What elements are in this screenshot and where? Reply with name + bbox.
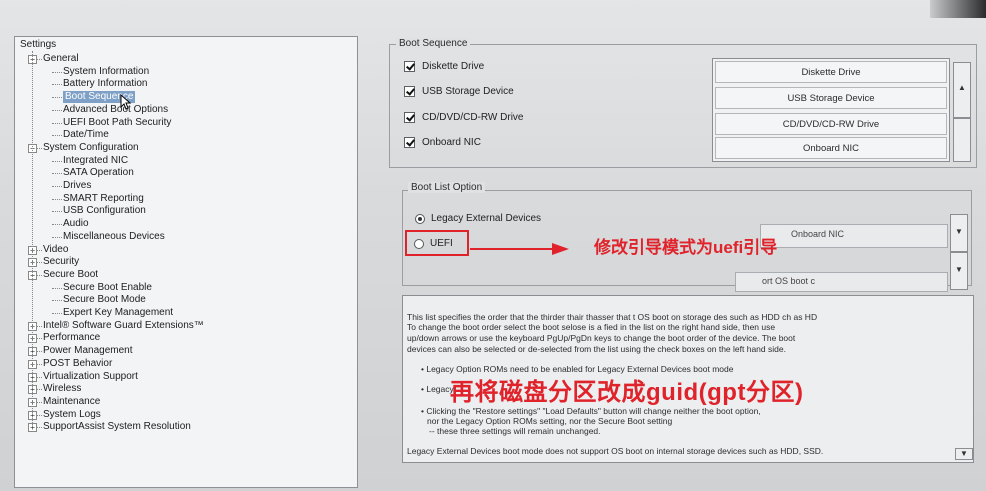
blurred-field-1[interactable]: Onboard NIC <box>760 224 948 248</box>
tree-item-smart-reporting[interactable]: SMART Reporting <box>63 193 144 205</box>
tree-item-system-configuration[interactable]: System Configuration <box>43 142 139 154</box>
tree-connector <box>52 300 62 302</box>
tree-connector <box>52 287 62 289</box>
tree-item-miscellaneous-devices[interactable]: Miscellaneous Devices <box>63 231 165 243</box>
checkbox-icon[interactable] <box>404 112 415 123</box>
checkbox-icon[interactable] <box>404 61 415 72</box>
checkbox-icon[interactable] <box>404 137 415 148</box>
help-line: • Legacy <box>421 384 454 394</box>
annotation-uefi-note: 修改引导模式为uefi引导 <box>594 238 778 257</box>
annotation-gpt-note: 再将磁盘分区改成guid(gpt分区) <box>450 379 804 406</box>
check-usb[interactable]: USB Storage Device <box>404 86 514 97</box>
tree-item-secure-boot-mode[interactable]: Secure Boot Mode <box>63 294 146 306</box>
tree-item-usb-configuration[interactable]: USB Configuration <box>63 205 146 217</box>
tree-connector <box>52 122 62 124</box>
tree-item-system-information[interactable]: System Information <box>63 66 149 78</box>
tree-connector <box>52 313 62 314</box>
screen-edge-shadow <box>930 0 986 18</box>
tree-connector <box>52 198 62 200</box>
move-up-button[interactable]: ▲ <box>953 62 971 118</box>
help-line: devices can also be selected or de-selec… <box>407 344 786 354</box>
tree-item-secure-boot-enable[interactable]: Secure Boot Enable <box>63 282 152 294</box>
tree-connector <box>52 71 62 73</box>
tree-item-intel-software-guard-extensions[interactable]: Intel® Software Guard Extensions™ <box>43 320 204 332</box>
tree-item-performance[interactable]: Performance <box>43 332 100 344</box>
help-line: Legacy External Devices boot mode does n… <box>407 446 824 456</box>
tree-item-expert-key-management[interactable]: Expert Key Management <box>63 307 173 319</box>
tree-connector <box>52 186 62 187</box>
tree-root[interactable]: Settings <box>20 39 56 51</box>
tree-item-secure-boot[interactable]: Secure Boot <box>43 269 98 281</box>
order-item-nic[interactable]: Onboard NIC <box>715 137 947 159</box>
tree-connector <box>52 173 62 175</box>
dropdown-button-2[interactable]: ▼ <box>950 252 968 290</box>
check-nic[interactable]: Onboard NIC <box>404 137 481 148</box>
triangle-up-icon: ▲ <box>958 83 966 92</box>
bios-screen: Settings General − System Information Batte… <box>0 0 986 491</box>
mouse-cursor-icon <box>120 94 132 110</box>
tree-connector <box>52 97 62 99</box>
move-down-button[interactable] <box>953 118 971 162</box>
help-line: up/down arrows or use the keyboard PgUp/… <box>407 333 796 343</box>
triangle-down-icon: ▼ <box>955 227 963 236</box>
tree-item-supportassist-system-resolution[interactable]: SupportAssist System Resolution <box>43 421 191 433</box>
tree-item-advanced-boot-options[interactable]: Advanced Boot Options <box>63 104 168 116</box>
uefi-highlight-box <box>405 230 469 256</box>
tree-connector <box>52 236 62 238</box>
tree-connector <box>52 84 62 86</box>
tree-connector <box>52 160 62 162</box>
tree-item-security[interactable]: Security <box>43 256 79 268</box>
check-label: Diskette Drive <box>422 61 485 72</box>
check-diskette[interactable]: Diskette Drive <box>404 61 484 72</box>
check-label: Onboard NIC <box>422 137 481 148</box>
settings-tree: Settings General − System Information Batte… <box>14 36 358 488</box>
blurred-field-2[interactable]: ort OS boot c <box>735 272 948 292</box>
tree-connector <box>52 224 62 226</box>
tree-connector <box>52 109 62 111</box>
boot-list-option-title: Boot List Option <box>408 182 486 193</box>
tree-item-drives[interactable]: Drives <box>63 180 91 192</box>
help-scroll-down[interactable]: ▼ <box>955 448 973 460</box>
tree-item-general[interactable]: General <box>43 53 79 65</box>
tree-item-date-time[interactable]: Date/Time <box>63 129 109 141</box>
tree-connector <box>52 135 62 137</box>
radio-icon[interactable] <box>415 213 425 224</box>
dropdown-button-1[interactable]: ▼ <box>950 214 968 252</box>
tree-item-sata-operation[interactable]: SATA Operation <box>63 167 134 179</box>
tree-item-video[interactable]: Video <box>43 244 68 256</box>
tree-item-audio[interactable]: Audio <box>63 218 89 230</box>
tree-item-uefi-boot-path-security[interactable]: UEFI Boot Path Security <box>63 117 171 129</box>
tree-item-virtualization-support[interactable]: Virtualization Support <box>43 371 138 383</box>
check-label: CD/DVD/CD-RW Drive <box>422 112 524 123</box>
tree-item-maintenance[interactable]: Maintenance <box>43 396 100 408</box>
arrow-right-icon <box>470 243 569 255</box>
radio-legacy[interactable]: Legacy External Devices <box>415 213 541 224</box>
tree-connector <box>52 211 62 213</box>
tree-item-wireless[interactable]: Wireless <box>43 383 81 395</box>
boot-sequence-title: Boot Sequence <box>396 38 471 49</box>
order-item-usb[interactable]: USB Storage Device <box>715 87 947 109</box>
triangle-down-icon: ▼ <box>960 449 968 458</box>
boot-order-list[interactable]: Diskette Drive USB Storage Device CD/DVD… <box>712 58 950 162</box>
tree-trunk-line <box>32 51 33 428</box>
checkbox-icon[interactable] <box>404 86 415 97</box>
radio-label: Legacy External Devices <box>431 213 542 224</box>
order-item-cddvd[interactable]: CD/DVD/CD-RW Drive <box>715 113 947 135</box>
tree-item-post-behavior[interactable]: POST Behavior <box>43 358 112 370</box>
tree-item-battery-information[interactable]: Battery Information <box>63 78 147 90</box>
tree-item-system-logs[interactable]: System Logs <box>43 409 101 421</box>
tree-item-integrated-nic[interactable]: Integrated NIC <box>63 155 128 167</box>
triangle-down-icon: ▼ <box>955 265 963 274</box>
help-line: -- these three settings will remain unch… <box>429 426 601 436</box>
tree-item-power-management[interactable]: Power Management <box>43 345 133 357</box>
help-line: To change the boot order select the boot… <box>407 322 776 332</box>
check-cddvd[interactable]: CD/DVD/CD-RW Drive <box>404 112 523 123</box>
order-item-diskette[interactable]: Diskette Drive <box>715 61 947 83</box>
check-label: USB Storage Device <box>422 86 514 97</box>
